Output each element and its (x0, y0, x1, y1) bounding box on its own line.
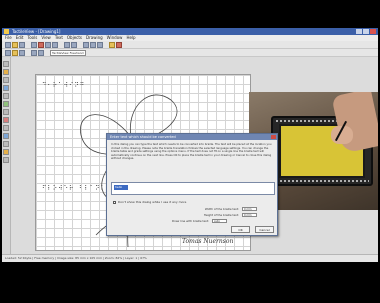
pencil-tool-icon[interactable] (3, 69, 9, 75)
main-toolbar (2, 41, 378, 49)
braille-label-top: ⠙⠂⠗⠁⠺⠊⠝⠛ (42, 82, 86, 89)
zoom-tool-icon[interactable] (3, 157, 9, 163)
maximize-button[interactable] (363, 29, 369, 34)
artist-signature: Tomas Nuernson (182, 238, 234, 245)
text-tool-icon[interactable] (3, 109, 9, 115)
close-window-button[interactable] (370, 29, 376, 34)
undo-icon[interactable] (64, 41, 70, 48)
emboss-icon[interactable] (109, 41, 115, 48)
symbol-tool-icon[interactable] (3, 133, 9, 139)
zoom-in-icon[interactable] (83, 41, 89, 48)
new-file-icon[interactable] (5, 41, 11, 48)
paste-icon[interactable] (52, 41, 58, 48)
eraser-tool-icon[interactable] (3, 117, 9, 123)
print-icon[interactable] (31, 41, 37, 48)
line-field[interactable]: Auto (212, 219, 227, 223)
braille-tool-icon[interactable] (3, 125, 9, 131)
minimize-button[interactable] (356, 29, 362, 34)
app-logo-icon (4, 29, 9, 34)
cut-icon[interactable] (38, 41, 44, 48)
braille-icon[interactable] (12, 49, 18, 56)
zoom-out-icon[interactable] (90, 41, 96, 48)
width-row: Width of the braille text: 0 mm (157, 207, 267, 212)
secondary-toolbar: TactileView Freehand (2, 49, 378, 57)
braille-text-input[interactable]: hello (111, 182, 275, 195)
dialog-title: Enter text which should be converted (107, 134, 277, 140)
ellipse-tool-icon[interactable] (3, 93, 9, 99)
line-label: Draw line with braille text: (172, 219, 209, 223)
snap-icon[interactable] (38, 49, 44, 56)
dont-show-checkbox[interactable]: Don't show this dialog while I use it an… (113, 200, 186, 204)
open-folder-icon[interactable] (12, 41, 18, 48)
hand-tool-icon[interactable] (3, 149, 9, 155)
application-window: TactileView - [Drawing1] File Edit Tools… (2, 28, 378, 262)
dialog-close-button[interactable] (271, 135, 276, 139)
zoom-fit-icon[interactable] (97, 41, 103, 48)
layer-icon[interactable] (19, 49, 25, 56)
redo-icon[interactable] (71, 41, 77, 48)
height-field[interactable]: 0 mm (242, 213, 257, 217)
window-title: TactileView - [Drawing1] (12, 29, 61, 34)
pointer-tool-icon[interactable] (3, 61, 9, 67)
measure-tool-icon[interactable] (3, 141, 9, 147)
line-tool-icon[interactable] (3, 77, 9, 83)
height-row: Height of the braille text: 0 mm (157, 213, 267, 218)
height-label: Height of the braille text: (203, 213, 239, 217)
checkbox-box[interactable] (113, 200, 116, 204)
braille-label-bottom: ⠋⠇⠕⠺⠑⠗ ⠃⠇⠁⠝⠅ (42, 185, 106, 192)
rectangle-tool-icon[interactable] (3, 85, 9, 91)
width-field[interactable]: 0 mm (242, 207, 257, 211)
help-icon[interactable] (116, 41, 122, 48)
ok-button[interactable]: OK (231, 226, 250, 233)
title-bar: TactileView - [Drawing1] (2, 28, 378, 35)
cancel-button[interactable]: Cancel (255, 226, 274, 233)
tool-palette (2, 57, 11, 255)
grid-icon[interactable] (31, 49, 37, 56)
select-icon[interactable] (5, 49, 11, 56)
status-bar: Loaded: 52 Kbyte | Free memory | Image s… (2, 254, 378, 262)
checkbox-label: Don't show this dialog while I use it an… (118, 200, 187, 204)
copy-icon[interactable] (45, 41, 51, 48)
width-label: Width of the braille text: (204, 207, 239, 211)
save-icon[interactable] (19, 41, 25, 48)
selected-input-text: hello (114, 185, 128, 190)
document-tab-field[interactable]: TactileView Freehand (50, 49, 86, 56)
dialog-instructions: In this dialog you can type the text whi… (111, 142, 272, 161)
fill-tool-icon[interactable] (3, 101, 9, 107)
line-row: Draw line with braille text: Auto (127, 219, 237, 224)
window-controls (356, 29, 376, 34)
braille-text-dialog: Enter text which should be converted In … (106, 133, 278, 236)
